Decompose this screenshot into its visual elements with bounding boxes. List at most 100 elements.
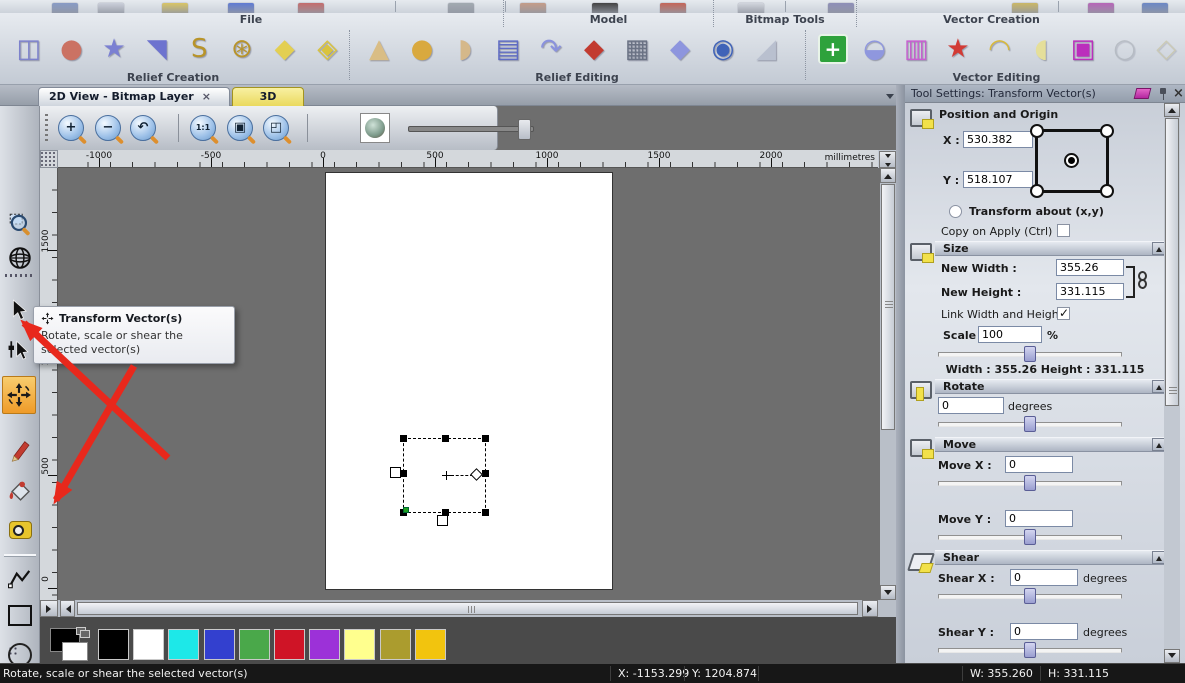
- handle-top-right[interactable]: [482, 435, 489, 442]
- zoom-object-button[interactable]: ▣: [227, 115, 253, 141]
- tab-list-dropdown-icon[interactable]: [886, 94, 894, 103]
- tab-2d-view[interactable]: 2D View - Bitmap Layer×: [38, 87, 230, 106]
- move-y-slider-handle[interactable]: [1024, 529, 1036, 545]
- ribbon-button-partial[interactable]: [98, 3, 124, 13]
- scroll-right-button[interactable]: [862, 600, 878, 617]
- vector-selection-box[interactable]: [403, 438, 486, 513]
- ruler-origin-button[interactable]: [40, 150, 58, 168]
- erase-relief-icon[interactable]: ◗: [446, 30, 484, 68]
- copy-on-apply-checkbox[interactable]: [1057, 224, 1070, 237]
- palette-swatch-green[interactable]: [239, 629, 270, 660]
- panel-scroll-up-button[interactable]: [1164, 103, 1180, 117]
- panel-splitter[interactable]: [896, 85, 905, 663]
- zoom-1to1-button[interactable]: 1:1: [190, 115, 216, 141]
- handle-middle-right[interactable]: [482, 470, 489, 477]
- mirror-profile-icon[interactable]: ◖: [1022, 30, 1060, 68]
- palette-swatch-pale-yellow[interactable]: [344, 629, 375, 660]
- shear-x-slider-handle[interactable]: [1024, 588, 1036, 604]
- move-section-header[interactable]: Move: [935, 437, 1167, 452]
- ribbon-button-partial[interactable]: [162, 3, 188, 13]
- origin-selector[interactable]: [1035, 129, 1109, 193]
- ribbon-button-partial[interactable]: [298, 3, 324, 13]
- palette-swatch-white[interactable]: [133, 629, 164, 660]
- toolbar-drag-handle[interactable]: [45, 114, 48, 142]
- select-vectors-tool[interactable]: [6, 296, 34, 324]
- move-y-input[interactable]: [1005, 510, 1073, 527]
- start-node-marker[interactable]: [403, 507, 409, 513]
- node-editing-tool[interactable]: [6, 336, 34, 364]
- ribbon-button-partial[interactable]: [592, 3, 618, 13]
- teardrop-shape-icon[interactable]: ●: [53, 30, 91, 68]
- freehand-draw-tool[interactable]: [6, 436, 34, 464]
- ribbon-group-file-label[interactable]: File: [0, 13, 502, 27]
- zoom-slider-handle[interactable]: [518, 119, 531, 140]
- star-shape-icon[interactable]: ★: [95, 30, 133, 68]
- texture-sphere-icon[interactable]: ◉: [704, 30, 742, 68]
- ribbon-group-model-label[interactable]: Model: [505, 13, 712, 27]
- handle-bottom-right[interactable]: [482, 509, 489, 516]
- scroll-down-button[interactable]: [880, 585, 896, 600]
- ribbon-button-partial[interactable]: [660, 3, 686, 13]
- scroll-left-button[interactable]: [60, 600, 75, 617]
- arc-fit-icon[interactable]: ◠: [981, 30, 1019, 68]
- panel-scrollbar[interactable]: [1164, 103, 1180, 663]
- scale-slider[interactable]: [938, 347, 1122, 361]
- palette-swatch-olive[interactable]: [380, 629, 411, 660]
- zoom-in-button[interactable]: +: [58, 115, 84, 141]
- handle-top-middle[interactable]: [442, 435, 449, 442]
- shear-x-input[interactable]: [1010, 569, 1078, 586]
- origin-top-right-option[interactable]: [1100, 124, 1114, 138]
- wireframe-sphere-tool[interactable]: [6, 244, 34, 272]
- carve-edge-icon[interactable]: ◢: [747, 30, 785, 68]
- close-panel-icon[interactable]: ×: [1172, 86, 1185, 101]
- ribbon-button-partial[interactable]: [1088, 3, 1114, 13]
- zoom-out-button[interactable]: −: [95, 115, 121, 141]
- link-colors-icon[interactable]: [76, 627, 86, 635]
- origin-bottom-left-option[interactable]: [1030, 184, 1044, 198]
- block-create-icon[interactable]: +: [814, 30, 852, 68]
- handle-top-left[interactable]: [400, 435, 407, 442]
- canvas-vertical-scrollbar[interactable]: [880, 168, 896, 600]
- emboss-book-icon[interactable]: ▤: [489, 30, 527, 68]
- ribbon-button-partial[interactable]: [1012, 3, 1038, 13]
- ribbon-button-partial[interactable]: [828, 3, 854, 13]
- shear-y-slider[interactable]: [938, 643, 1122, 657]
- close-tab-icon[interactable]: ×: [202, 90, 211, 103]
- rotate-slider-handle[interactable]: [1024, 416, 1036, 432]
- panel-scroll-thumb[interactable]: [1165, 118, 1179, 406]
- fillet-vectors-icon[interactable]: ◇: [1147, 30, 1185, 68]
- stretch-handle-left[interactable]: [390, 467, 401, 478]
- ruler-options-button[interactable]: [879, 151, 896, 168]
- weave-relief-icon[interactable]: ⊛: [223, 30, 261, 68]
- size-section-header[interactable]: Size: [935, 241, 1167, 256]
- secondary-color-swatch[interactable]: [62, 642, 88, 661]
- tab-3d-view[interactable]: 3D View: [232, 87, 304, 106]
- ribbon-button-partial[interactable]: [520, 3, 546, 13]
- help-book-icon[interactable]: [1134, 88, 1152, 99]
- ribbon-group-bitmap-tools-label[interactable]: Bitmap Tools: [715, 13, 855, 27]
- origin-top-left-option[interactable]: [1030, 124, 1044, 138]
- palette-swatch-cyan[interactable]: [168, 629, 199, 660]
- rotate-section-header[interactable]: Rotate: [935, 379, 1167, 394]
- rotation-handle[interactable]: [470, 468, 483, 481]
- ribbon-button-partial[interactable]: [738, 3, 764, 13]
- scale-slider-handle[interactable]: [1024, 346, 1036, 362]
- canvas-2d-view[interactable]: [58, 168, 880, 600]
- paste-relief-icon[interactable]: ◫: [10, 30, 48, 68]
- scale-input[interactable]: [978, 326, 1042, 343]
- transform-about-radio[interactable]: [949, 205, 962, 218]
- prism-arrow-icon[interactable]: ◥: [138, 30, 176, 68]
- shear-x-slider[interactable]: [938, 589, 1122, 603]
- origin-bottom-right-option[interactable]: [1100, 184, 1114, 198]
- y-position-input[interactable]: [963, 171, 1033, 188]
- tilt-plane-icon[interactable]: ◆: [661, 30, 699, 68]
- pin-panel-icon[interactable]: [1158, 88, 1168, 100]
- offset-relief-icon[interactable]: ◆: [575, 30, 613, 68]
- ribbon-group-vector-creation-label[interactable]: Vector Creation: [858, 13, 1125, 27]
- create-rectangle-tool[interactable]: [6, 601, 34, 629]
- move-y-slider[interactable]: [938, 530, 1122, 544]
- shear-y-input[interactable]: [1010, 623, 1078, 640]
- palette-swatch-red[interactable]: [274, 629, 305, 660]
- transform-center-icon[interactable]: [442, 471, 451, 480]
- palette-swatch-purple[interactable]: [309, 629, 340, 660]
